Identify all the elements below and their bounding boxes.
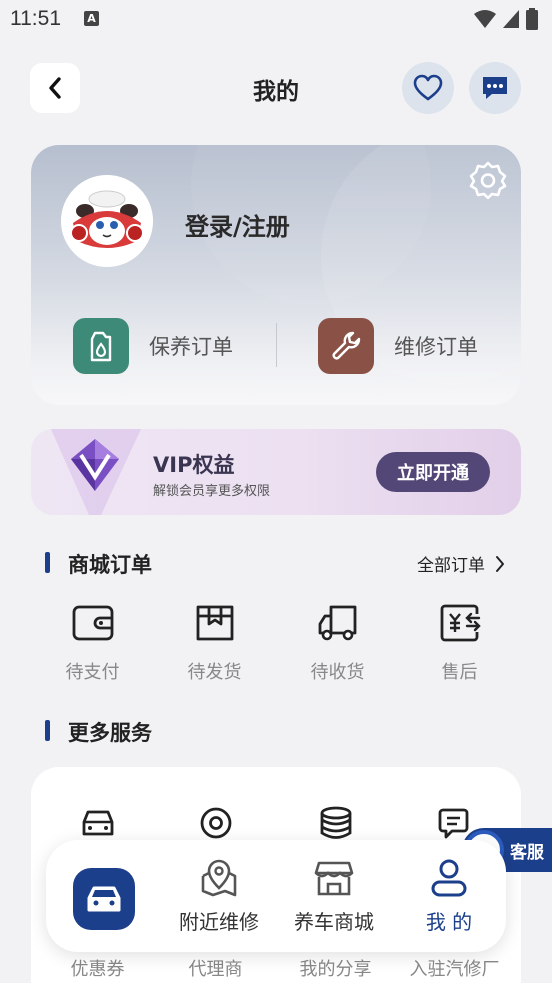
- login-register-link[interactable]: 登录/注册: [185, 207, 290, 242]
- mascot-avatar-icon: [61, 175, 153, 267]
- service-label: 入驻汽修厂: [409, 959, 500, 980]
- refund-icon: [437, 600, 483, 646]
- message-icon: [483, 77, 507, 99]
- status-time: 11:51: [10, 7, 61, 30]
- service-agents[interactable]: [154, 803, 277, 843]
- location-icon: [196, 803, 236, 843]
- order-status-label: 待发货: [187, 662, 242, 683]
- car-icon: [87, 886, 121, 912]
- coins-icon: [316, 803, 356, 843]
- section-title: 商城订单: [68, 553, 152, 577]
- wallet-icon: [70, 600, 116, 646]
- map-pin-icon: [199, 858, 239, 898]
- order-after-sales[interactable]: 售后: [398, 600, 521, 684]
- repair-orders-label: 维修订单: [394, 335, 478, 359]
- service-my-share[interactable]: [274, 803, 397, 843]
- vip-banner[interactable]: VIP权益 解锁会员享更多权限 立即开通: [31, 429, 521, 515]
- service-label: 优惠券: [70, 959, 125, 980]
- favorites-button[interactable]: [402, 62, 454, 114]
- car-icon: [78, 803, 118, 843]
- order-status-label: 售后: [441, 662, 478, 683]
- signal-icon: [503, 10, 519, 28]
- package-icon: [192, 600, 238, 646]
- battery-icon: [526, 8, 538, 30]
- heart-icon: [413, 74, 443, 101]
- nav-label: 我 的: [425, 910, 473, 934]
- vip-title: VIP权益: [153, 453, 235, 477]
- section-accent: [45, 552, 50, 573]
- oil-can-icon: [73, 318, 129, 374]
- order-pending-shipment[interactable]: 待发货: [153, 600, 276, 684]
- wrench-icon: [318, 318, 374, 374]
- top-bar: 我的: [0, 60, 552, 116]
- nav-mine[interactable]: 我 的: [394, 858, 504, 935]
- notification-icon: A: [84, 11, 99, 26]
- shop-icon: [314, 858, 354, 898]
- all-orders-label: 全部订单: [417, 556, 485, 576]
- vip-activate-button[interactable]: 立即开通: [376, 452, 490, 492]
- service-coupons[interactable]: [36, 803, 159, 843]
- status-indicators: [474, 8, 538, 30]
- order-status-label: 待收货: [310, 662, 365, 683]
- section-title: 更多服务: [68, 721, 152, 745]
- services-header: 更多服务: [45, 715, 515, 745]
- nav-label: 养车商城: [294, 910, 374, 934]
- divider: [276, 323, 277, 367]
- avatar[interactable]: [61, 175, 153, 267]
- messages-button[interactable]: [469, 62, 521, 114]
- nav-nearby-repair[interactable]: 附近维修: [164, 858, 274, 935]
- bottom-nav: 附近维修 养车商城 我 的: [46, 840, 506, 952]
- mall-orders-row: 待支付 待发货 待收货 售后: [31, 600, 521, 690]
- gear-icon: [469, 161, 507, 199]
- section-accent: [45, 720, 50, 741]
- status-bar: 11:51 A: [0, 0, 552, 40]
- vip-diamond-icon: [51, 429, 141, 515]
- maintenance-orders-label: 保养订单: [149, 335, 233, 359]
- service-label: 代理商: [188, 959, 243, 980]
- user-icon: [429, 858, 469, 898]
- chevron-right-icon: [496, 555, 504, 572]
- vip-subtitle: 解锁会员享更多权限: [153, 484, 271, 499]
- order-pending-receipt[interactable]: 待收货: [276, 600, 399, 684]
- nav-car-mall[interactable]: 养车商城: [279, 858, 389, 935]
- all-orders-link[interactable]: 全部订单: [417, 551, 505, 576]
- repair-orders-button[interactable]: 维修订单: [318, 317, 478, 375]
- nav-label: 附近维修: [179, 910, 259, 934]
- maintenance-orders-button[interactable]: 保养订单: [73, 317, 233, 375]
- customer-service-label: 客服: [510, 842, 544, 863]
- wifi-icon: [474, 10, 496, 28]
- settings-button[interactable]: [468, 160, 508, 200]
- service-label: 我的分享: [299, 959, 372, 980]
- nav-home-button[interactable]: [73, 868, 135, 930]
- profile-card: 登录/注册 保养订单 维修订单: [31, 145, 521, 405]
- order-pending-payment[interactable]: 待支付: [31, 600, 154, 684]
- truck-icon: [315, 600, 361, 646]
- mall-orders-header: 商城订单 全部订单: [45, 547, 515, 577]
- order-status-label: 待支付: [65, 662, 120, 683]
